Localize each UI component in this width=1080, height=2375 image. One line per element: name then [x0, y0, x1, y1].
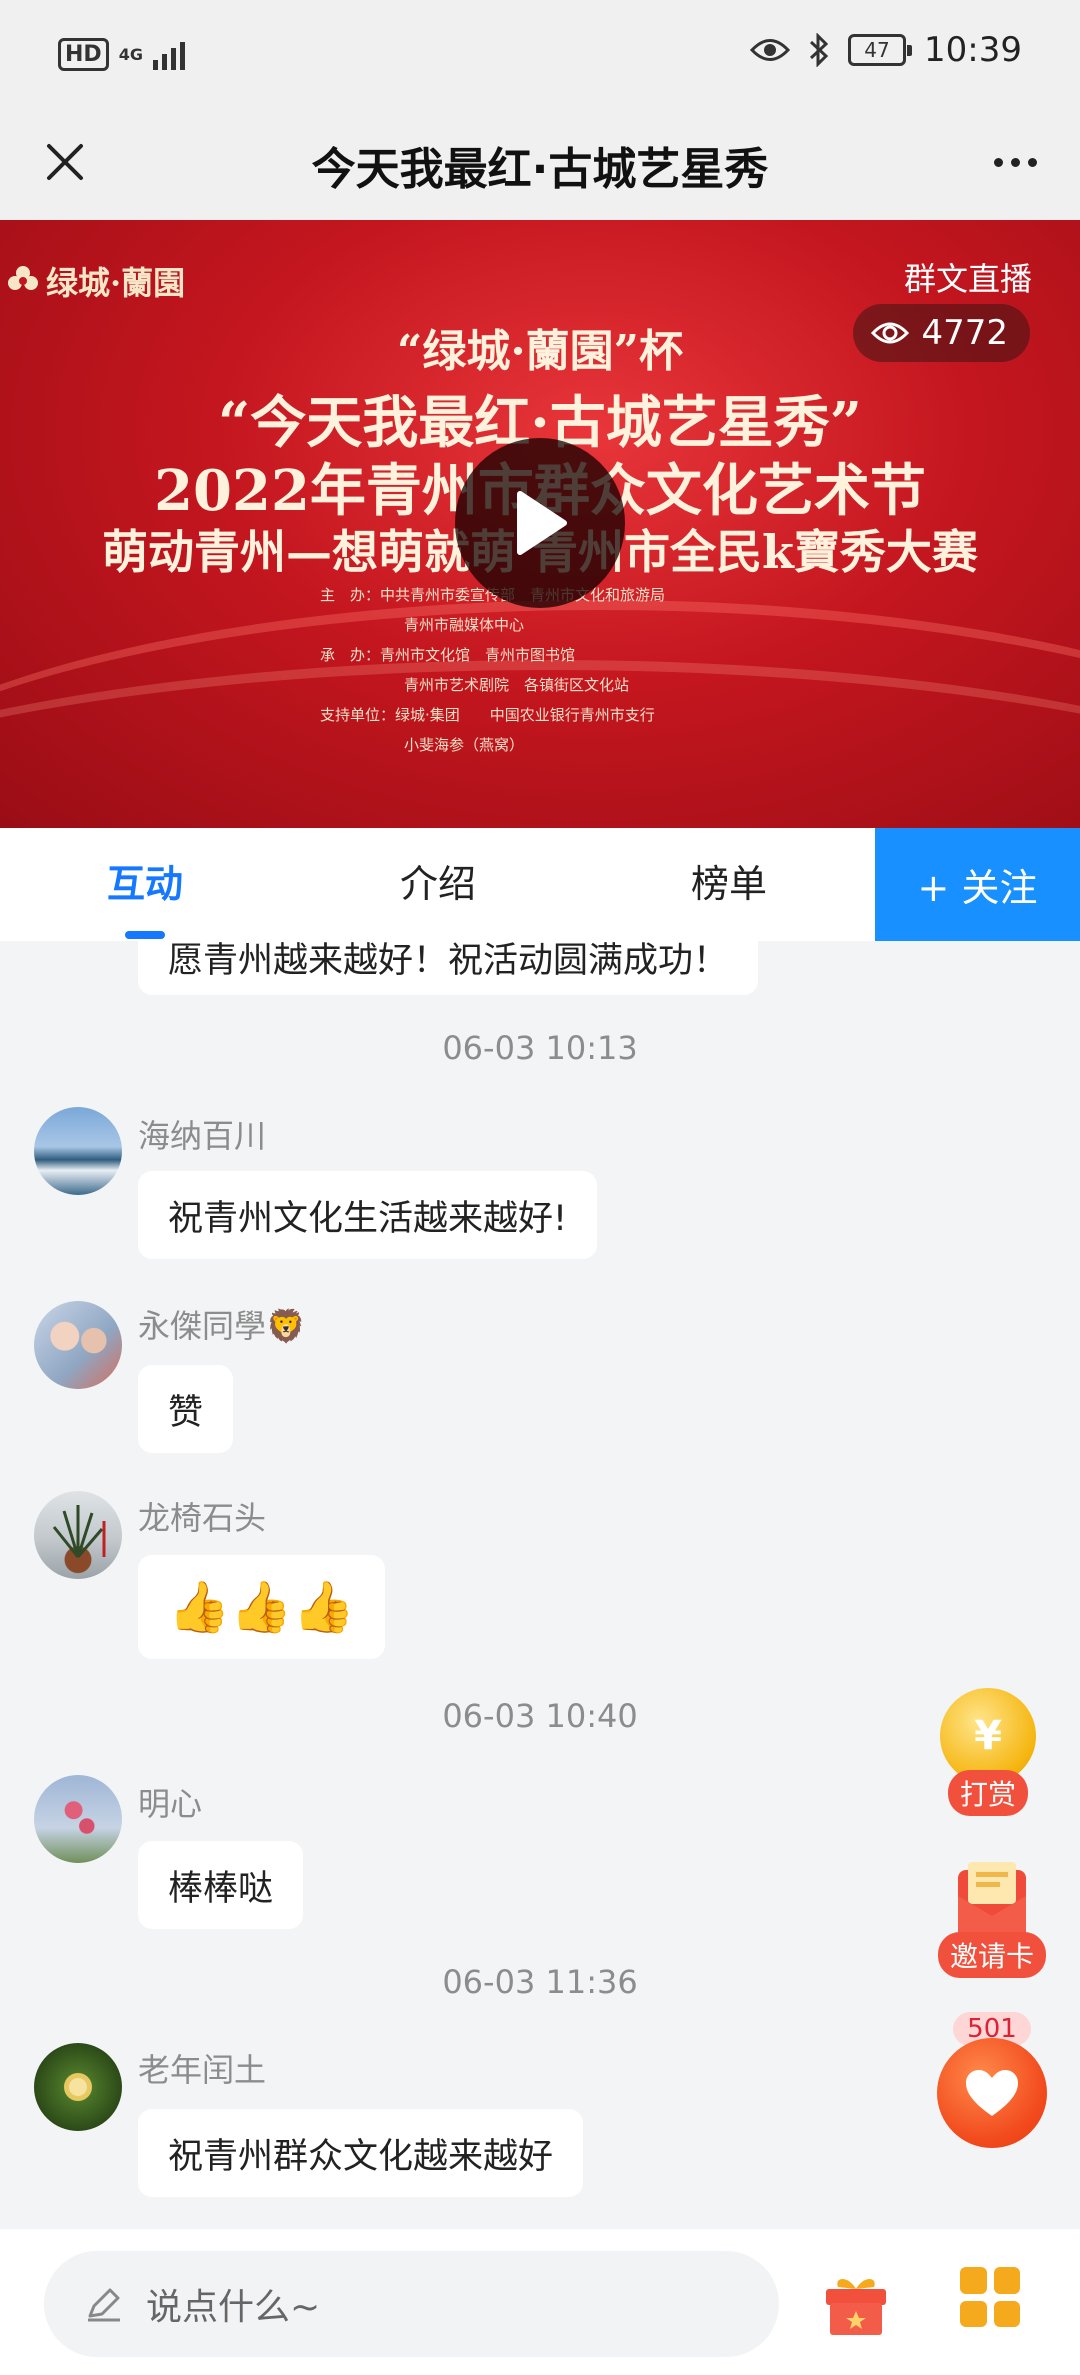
bottom-bar: 说点什么~ — [0, 2229, 1080, 2375]
apps-grid-icon — [960, 2267, 987, 2294]
timestamp: 06-03 10:13 — [442, 1029, 638, 1067]
tab-interaction[interactable]: 互动 — [30, 828, 260, 941]
eye-icon — [750, 39, 791, 61]
pencil-icon — [88, 2288, 120, 2322]
message-bubble: 祝青州群众文化越来越好 — [138, 2109, 584, 2197]
hd-indicator: HD — [58, 38, 109, 71]
title-bar: 今天我最红·古城艺星秀 — [0, 105, 1080, 220]
gift-button[interactable] — [820, 2267, 892, 2339]
tab-intro[interactable]: 介绍 — [323, 828, 553, 941]
message-bubble: 愿青州越来越好！祝活动圆满成功！ — [138, 941, 759, 995]
message-bubble: 赞 — [138, 1365, 234, 1453]
clock: 10:39 — [924, 30, 1022, 70]
chat-feed[interactable]: 愿青州越来越好！祝活动圆满成功！ 06-03 10:13 海纳百川 祝青州文化生… — [0, 941, 1080, 2229]
message-text: 愿青州越来越好！祝活动圆满成功！ — [168, 941, 729, 981]
user-name: 海纳百川 — [138, 1117, 267, 1155]
plant-icon — [52, 1505, 106, 1558]
message-text: 祝青州群众文化越来越好 — [168, 2136, 554, 2177]
play-button[interactable] — [455, 438, 625, 608]
close-button[interactable] — [30, 127, 100, 197]
avatar[interactable] — [34, 2043, 122, 2131]
signal-icon — [152, 40, 185, 70]
channel-name: 群文直播 — [903, 260, 1032, 298]
timestamp: 06-03 11:36 — [442, 1963, 638, 2001]
timestamp: 06-03 10:40 — [442, 1697, 638, 1735]
poster-credits: 主 办：中共青州市委宣传部 青州市文化和旅游局 青州市融媒体中心 承 办：青州市… — [320, 586, 666, 754]
message-bubble: 👍👍👍 — [138, 1555, 385, 1659]
brand-logo: 绿城·蘭園 — [6, 258, 185, 304]
bluetooth-icon — [809, 33, 829, 67]
battery-icon: 47 — [848, 34, 913, 66]
user-name: 老年闰土 — [138, 2051, 267, 2089]
reward-label: 打赏 — [947, 1770, 1028, 1816]
invite-card-button[interactable]: 邀请卡 — [938, 1862, 1047, 1978]
user-name: 永傑同學🦁 — [138, 1307, 306, 1345]
tab-indicator — [125, 931, 165, 939]
reward-button[interactable]: ¥ 打赏 — [940, 1688, 1036, 1816]
more-icon — [993, 157, 1003, 167]
message-bubble: 祝青州文化生活越来越好! — [138, 1171, 598, 1259]
tab-ranking[interactable]: 榜单 — [614, 828, 844, 941]
message-text: 祝青州文化生活越来越好! — [168, 1198, 568, 1239]
comment-input[interactable]: 说点什么~ — [44, 2251, 779, 2357]
message-bubble: 棒棒哒 — [138, 1841, 304, 1929]
avatar[interactable] — [34, 1301, 122, 1389]
flower-icon — [8, 266, 38, 290]
avatar[interactable] — [34, 1107, 122, 1195]
play-icon — [517, 491, 567, 555]
gift-icon — [826, 2279, 886, 2335]
network-type: 4G — [118, 44, 143, 64]
avatar[interactable] — [34, 1491, 122, 1579]
comment-placeholder: 说点什么~ — [146, 2287, 321, 2328]
message-text: 👍👍👍 — [168, 1577, 355, 1636]
close-icon — [47, 144, 83, 180]
message-text: 棒棒哒 — [168, 1868, 274, 1909]
follow-button[interactable]: + 关注 — [875, 828, 1080, 941]
apps-grid-button[interactable] — [960, 2267, 1020, 2327]
avatar[interactable] — [34, 1775, 122, 1863]
poster-subtitle: “绿城·蘭園”杯 — [397, 326, 683, 377]
tab-bar: 互动 介绍 榜单 + 关注 — [0, 828, 1080, 941]
more-options-button[interactable] — [980, 127, 1050, 197]
red-envelope-icon — [958, 1862, 1026, 1938]
user-name: 明心 — [138, 1785, 203, 1823]
video-player[interactable]: 绿城·蘭園 群文直播 4772 “绿城·蘭園”杯 “今天我最红·古城艺星秀” 2… — [0, 220, 1080, 828]
message-text: 赞 — [168, 1392, 204, 1433]
status-bar: HD 4G 47 10:39 — [0, 0, 1080, 105]
page-title: 今天我最红·古城艺星秀 — [311, 144, 769, 195]
invite-card-label: 邀请卡 — [938, 1932, 1047, 1978]
like-button[interactable]: 501 — [937, 2012, 1047, 2148]
user-name: 龙椅石头 — [138, 1499, 267, 1537]
heart-icon — [937, 2038, 1047, 2148]
